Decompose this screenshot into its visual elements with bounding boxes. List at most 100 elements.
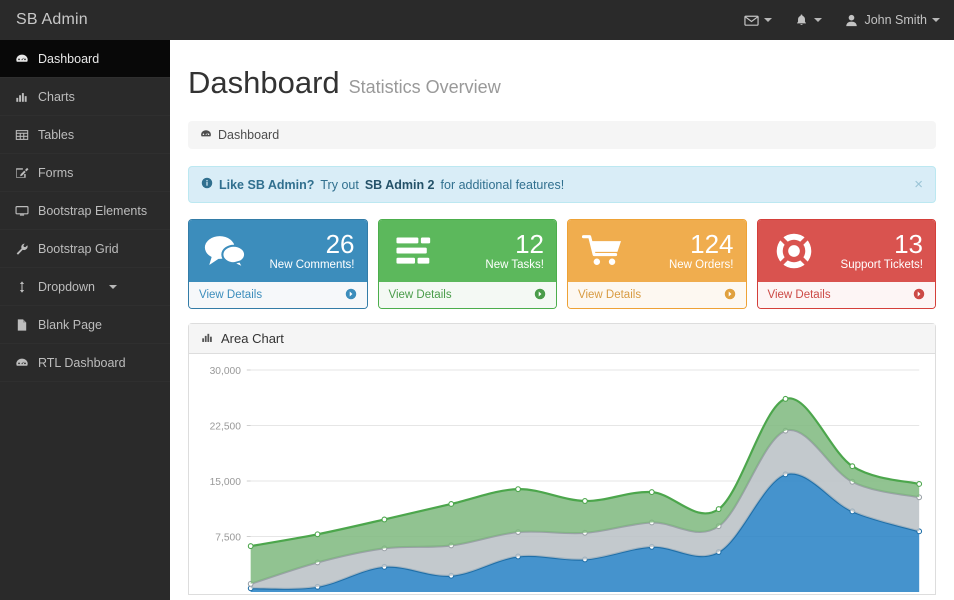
- comments-icon: [199, 234, 251, 268]
- sidebar-item-dashboard[interactable]: Dashboard: [0, 40, 170, 78]
- page-title-text: Dashboard: [188, 66, 340, 100]
- lifering-icon: [768, 231, 820, 271]
- cart-icon: [578, 234, 630, 268]
- alerts-dropdown[interactable]: [794, 13, 822, 28]
- topnav-right-group: John Smith: [744, 13, 954, 28]
- data-point: [850, 464, 855, 469]
- sidebar-item-bootstrap-grid[interactable]: Bootstrap Grid: [0, 230, 170, 268]
- panel-body: 13 Support Tickets!: [758, 220, 936, 282]
- panel-text: 12 New Tasks!: [441, 231, 547, 270]
- panel-footer-link[interactable]: View Details: [568, 282, 746, 308]
- data-point: [583, 499, 588, 504]
- panel-footer-link[interactable]: View Details: [758, 282, 936, 308]
- sidebar-item-rtl-dashboard[interactable]: RTL Dashboard: [0, 344, 170, 382]
- table-icon: [14, 128, 29, 142]
- panel-support-tickets[interactable]: 13 Support Tickets! View Details: [757, 219, 937, 309]
- file-icon: [14, 318, 29, 332]
- sidebar-item-label: Dashboard: [38, 52, 99, 66]
- alert-lead: Like SB Admin?: [219, 178, 314, 192]
- panel-new-orders[interactable]: 124 New Orders! View Details: [567, 219, 747, 309]
- y-axis-tick-label: 7,500: [215, 532, 241, 543]
- panel-footer-label: View Details: [389, 289, 452, 301]
- breadcrumb: Dashboard: [188, 121, 936, 149]
- dashboard-icon: [14, 356, 29, 370]
- top-navbar: SB Admin: [0, 0, 954, 40]
- panel-footer-link[interactable]: View Details: [189, 282, 367, 308]
- sidebar-item-bootstrap-elements[interactable]: Bootstrap Elements: [0, 192, 170, 230]
- info-alert: Like SB Admin? Try out SB Admin 2 for ad…: [188, 166, 936, 203]
- messages-dropdown[interactable]: [744, 13, 772, 28]
- user-dropdown[interactable]: John Smith: [844, 13, 940, 28]
- data-point: [516, 487, 521, 492]
- brand-logo[interactable]: SB Admin: [0, 11, 88, 29]
- alert-text: Like SB Admin? Try out SB Admin 2 for ad…: [201, 177, 914, 192]
- data-point: [649, 490, 654, 495]
- panel-body: 26 New Comments!: [189, 220, 367, 282]
- panel-body: 12 New Tasks!: [379, 220, 557, 282]
- page-title: Dashboard Statistics Overview: [188, 66, 936, 100]
- alert-link[interactable]: SB Admin 2: [365, 178, 435, 192]
- sidebar: Dashboard Charts Tables Forms Bootstrap …: [0, 40, 170, 600]
- envelope-icon: [744, 13, 759, 28]
- data-point: [248, 544, 253, 549]
- dashboard-icon: [14, 52, 29, 66]
- panel-number: 26: [251, 231, 355, 258]
- chevron-down-icon: [109, 285, 117, 289]
- chart-card-title: Area Chart: [221, 331, 284, 346]
- panel-text: 124 New Orders!: [630, 231, 736, 270]
- y-axis-tick-label: 30,000: [210, 366, 242, 377]
- panel-footer-link[interactable]: View Details: [379, 282, 557, 308]
- chevron-down-icon: [932, 18, 940, 22]
- user-name-label: John Smith: [864, 13, 927, 27]
- sidebar-item-label: Charts: [38, 90, 75, 104]
- panel-new-tasks[interactable]: 12 New Tasks! View Details: [378, 219, 558, 309]
- bar-chart-icon: [201, 331, 214, 347]
- panel-footer-label: View Details: [768, 289, 831, 301]
- arrow-circle-right-icon: [913, 288, 925, 303]
- sidebar-item-label: Forms: [38, 166, 73, 180]
- panel-new-comments[interactable]: 26 New Comments! View Details: [188, 219, 368, 309]
- sidebar-item-label: RTL Dashboard: [38, 356, 126, 370]
- chevron-down-icon: [764, 18, 772, 22]
- area-chart-svg[interactable]: 7,50015,00022,50030,000: [197, 364, 927, 594]
- chevron-down-icon: [814, 18, 822, 22]
- panel-label: New Orders!: [630, 259, 734, 271]
- panel-text: 26 New Comments!: [251, 231, 357, 270]
- sidebar-item-tables[interactable]: Tables: [0, 116, 170, 154]
- sidebar-item-label: Bootstrap Elements: [38, 204, 147, 218]
- chart-card-header: Area Chart: [189, 324, 935, 354]
- sidebar-item-forms[interactable]: Forms: [0, 154, 170, 192]
- wrench-icon: [14, 242, 29, 256]
- panel-label: New Comments!: [251, 259, 355, 271]
- stat-panels: 26 New Comments! View Details: [188, 219, 936, 309]
- data-point: [449, 502, 454, 507]
- panel-number: 13: [820, 231, 924, 258]
- chart-plot-area[interactable]: 7,50015,00022,50030,000: [189, 354, 935, 594]
- main-content: Dashboard Statistics Overview Dashboard …: [170, 40, 954, 600]
- close-icon[interactable]: ×: [914, 177, 923, 192]
- y-axis-tick-label: 22,500: [210, 421, 242, 432]
- arrow-circle-right-icon: [345, 288, 357, 303]
- arrow-circle-right-icon: [724, 288, 736, 303]
- sidebar-item-label: Bootstrap Grid: [38, 242, 119, 256]
- sidebar-item-dropdown[interactable]: Dropdown: [0, 268, 170, 306]
- panel-label: Support Tickets!: [820, 259, 924, 271]
- data-point: [315, 532, 320, 537]
- alert-tail: for additional features!: [441, 178, 565, 192]
- sidebar-item-label: Dropdown: [38, 280, 95, 294]
- page-subtitle: Statistics Overview: [349, 78, 501, 98]
- panel-number: 12: [441, 231, 545, 258]
- data-point: [716, 507, 721, 512]
- edit-icon: [14, 166, 29, 180]
- breadcrumb-item-dashboard[interactable]: Dashboard: [218, 128, 279, 142]
- alert-middle: Try out: [320, 178, 358, 192]
- panel-label: New Tasks!: [441, 259, 545, 271]
- page-header: Dashboard Statistics Overview: [170, 40, 954, 100]
- panel-text: 13 Support Tickets!: [820, 231, 926, 270]
- area-chart-card: Area Chart 7,50015,00022,50030,000: [188, 323, 936, 595]
- sidebar-item-blank-page[interactable]: Blank Page: [0, 306, 170, 344]
- tasks-icon: [389, 235, 441, 267]
- bell-icon: [794, 13, 809, 28]
- sidebar-item-charts[interactable]: Charts: [0, 78, 170, 116]
- user-icon: [844, 13, 859, 28]
